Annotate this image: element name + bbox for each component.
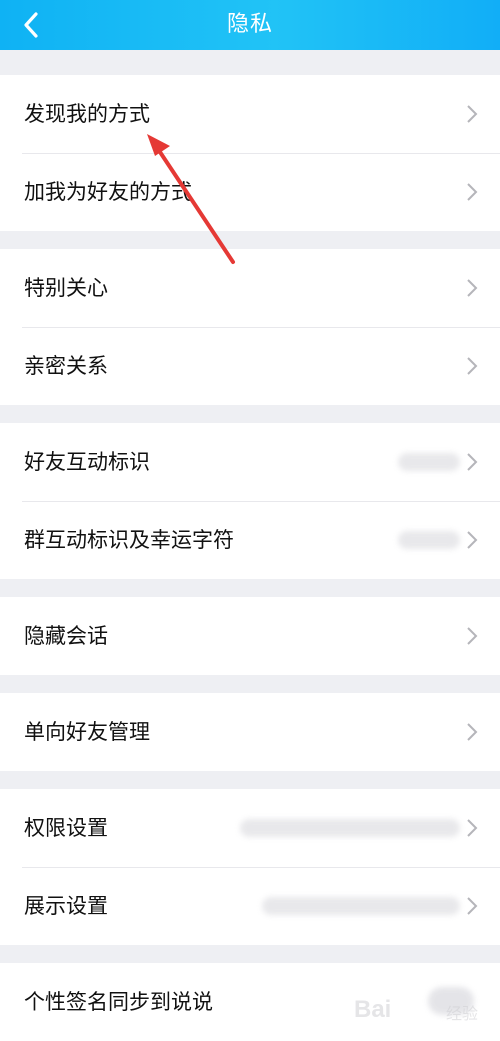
- list-item-special-care[interactable]: 特别关心: [0, 249, 500, 327]
- list-item-add-me[interactable]: 加我为好友的方式: [0, 153, 500, 231]
- list-item-one-way-friends[interactable]: 单向好友管理: [0, 693, 500, 771]
- chevron-right-icon: [466, 278, 478, 298]
- blurred-value: [262, 897, 460, 915]
- list-item-label: 个性签名同步到说说: [24, 963, 213, 1041]
- page-title: 隐私: [0, 0, 500, 50]
- settings-group-relations: 特别关心 亲密关系: [0, 249, 500, 405]
- settings-group-permissions: 权限设置 展示设置: [0, 789, 500, 945]
- chevron-right-icon: [466, 182, 478, 202]
- chevron-right-icon: [466, 530, 478, 550]
- list-item-label: 权限设置: [24, 789, 108, 867]
- list-item-label: 特别关心: [24, 249, 108, 327]
- list-item-label: 展示设置: [24, 867, 108, 945]
- chevron-right-icon: [466, 722, 478, 742]
- list-item-label: 单向好友管理: [24, 693, 150, 771]
- list-item-group-interaction-badge[interactable]: 群互动标识及幸运字符: [0, 501, 500, 579]
- chevron-right-icon: [466, 818, 478, 838]
- watermark-brand: Bai: [354, 996, 391, 1024]
- list-item-label: 隐藏会话: [24, 597, 108, 675]
- settings-group-hidden-chat: 隐藏会话: [0, 597, 500, 675]
- list-item-display-settings[interactable]: 展示设置: [0, 867, 500, 945]
- settings-group-discovery: 发现我的方式 加我为好友的方式: [0, 75, 500, 231]
- list-item-permission-settings[interactable]: 权限设置: [0, 789, 500, 867]
- list-item-hidden-chat[interactable]: 隐藏会话: [0, 597, 500, 675]
- list-item-label: 发现我的方式: [24, 75, 150, 153]
- list-item-label: 好友互动标识: [24, 423, 150, 501]
- settings-group-badges: 好友互动标识 群互动标识及幸运字符: [0, 423, 500, 579]
- chevron-right-icon: [466, 452, 478, 472]
- chevron-right-icon: [466, 626, 478, 646]
- chevron-right-icon: [466, 104, 478, 124]
- list-item-label: 加我为好友的方式: [24, 153, 192, 231]
- header-bar: 隐私: [0, 0, 500, 50]
- list-item-friend-interaction-badge[interactable]: 好友互动标识: [0, 423, 500, 501]
- list-item-discover-me[interactable]: 发现我的方式: [0, 75, 500, 153]
- watermark-logo: Bai 经验: [354, 994, 494, 1028]
- list-item-label: 群互动标识及幸运字符: [24, 501, 234, 579]
- blurred-value: [398, 453, 460, 471]
- list-item-intimate-relation[interactable]: 亲密关系: [0, 327, 500, 405]
- settings-group-one-way-friends: 单向好友管理: [0, 693, 500, 771]
- watermark-sub: 经验: [446, 1000, 478, 1024]
- blurred-value: [240, 819, 460, 837]
- blurred-value: [398, 531, 460, 549]
- list-item-label: 亲密关系: [24, 327, 108, 405]
- chevron-right-icon: [466, 896, 478, 916]
- chevron-right-icon: [466, 356, 478, 376]
